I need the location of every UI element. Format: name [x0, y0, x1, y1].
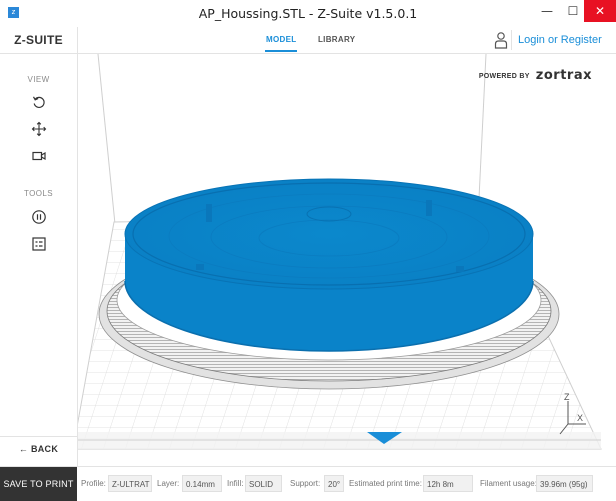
view-section-label: VIEW — [27, 75, 50, 84]
tools-section-label: TOOLS — [24, 189, 53, 198]
settings-list-icon[interactable] — [31, 236, 47, 252]
powered-by-zortrax: POWERED BY zortrax — [479, 68, 592, 83]
camera-icon[interactable] — [31, 148, 47, 164]
tab-library[interactable]: LIBRARY — [318, 27, 355, 53]
z-suite-logo: Z-SUITE — [0, 27, 78, 53]
login-register-link[interactable]: Login or Register — [518, 27, 602, 53]
window-title: AP_Houssing.STL - Z-Suite v1.5.0.1 — [198, 6, 418, 21]
model-top-face — [124, 178, 534, 290]
back-button[interactable]: ← BACK — [0, 444, 77, 454]
rotate-icon[interactable] — [31, 94, 47, 110]
maximize-button[interactable]: ☐ — [559, 0, 587, 22]
axis-z-label: Z — [564, 392, 570, 402]
filament-value: 39.96m (95g) — [536, 475, 593, 492]
move-icon[interactable] — [31, 121, 47, 137]
tab-model[interactable]: MODEL — [264, 27, 298, 53]
minimize-button[interactable]: — — [533, 0, 561, 22]
pause-circle-icon[interactable] — [31, 209, 47, 225]
build-plate-scene: Z X — [78, 54, 602, 450]
sidebar: VIEW TOOLS ← BACK — [0, 54, 78, 466]
axis-x-label: X — [577, 413, 583, 423]
layer-label: Layer: — [157, 479, 180, 488]
sidebar-divider — [0, 436, 77, 437]
print-time-value: 12h 8m — [423, 475, 473, 492]
profile-label: Profile: — [81, 479, 106, 488]
header-divider — [511, 30, 512, 50]
support-field[interactable]: 20° — [324, 475, 344, 492]
support-label: Support: — [290, 479, 321, 488]
zortrax-brand: zortrax — [535, 68, 592, 83]
window-titlebar: z AP_Houssing.STL - Z-Suite v1.5.0.1 — ☐… — [0, 0, 616, 28]
infill-field[interactable]: SOLID — [245, 475, 282, 492]
layer-field[interactable]: 0.14mm — [182, 475, 222, 492]
filament-label: Filament usage: — [480, 479, 537, 488]
powered-by-label: POWERED BY — [478, 73, 530, 80]
infill-label: Infill: — [227, 479, 244, 488]
print-time-label: Estimated print time: — [349, 479, 422, 488]
user-icon[interactable] — [494, 31, 508, 49]
profile-field[interactable]: Z-ULTRAT — [108, 475, 152, 492]
app-header: Z-SUITE MODEL LIBRARY Login or Register — [0, 27, 616, 54]
save-to-print-button[interactable]: SAVE TO PRINT — [0, 467, 77, 501]
close-button[interactable]: ✕ — [584, 0, 616, 22]
bottom-status-bar: SAVE TO PRINT Profile: Z-ULTRAT Layer: 0… — [0, 466, 616, 501]
model-viewport[interactable]: Z X POWERED BY zortrax — [78, 54, 616, 466]
